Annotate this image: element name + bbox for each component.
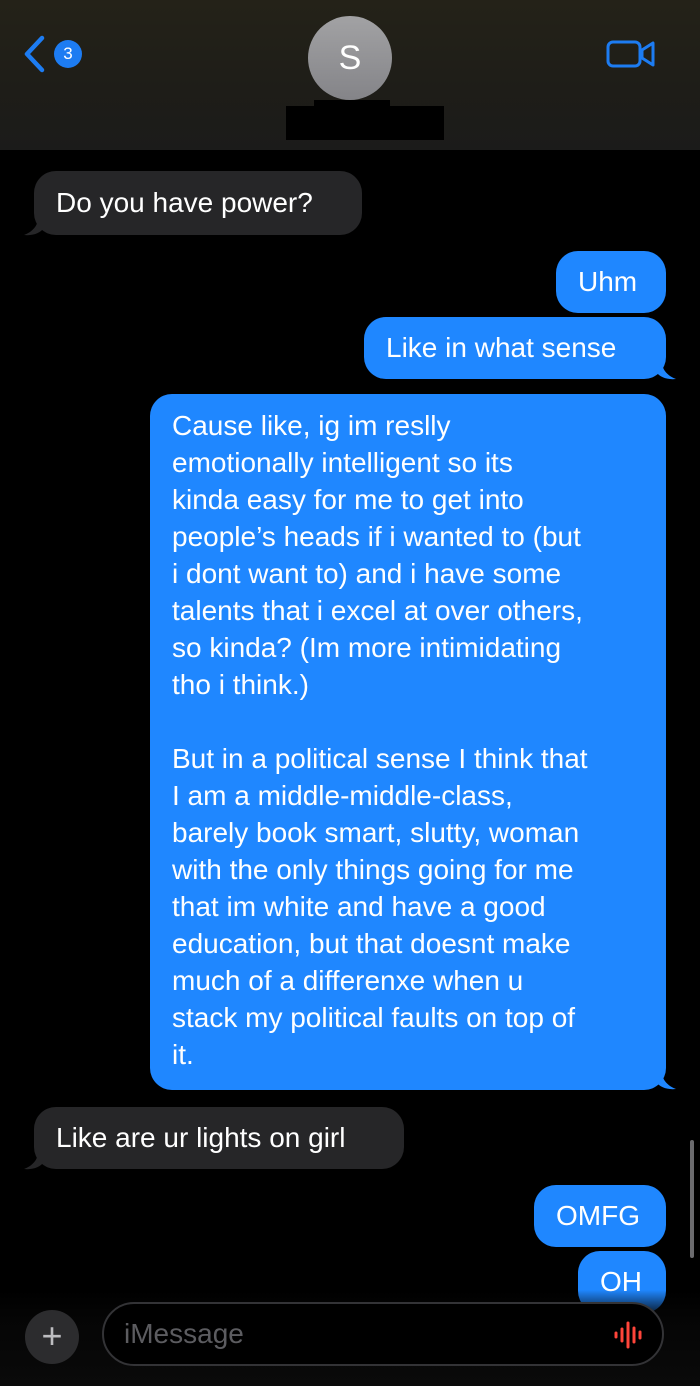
scrollbar[interactable] [690,1140,694,1258]
outgoing-message[interactable]: Like in what sense [364,317,666,379]
chevron-left-icon [24,35,45,73]
unread-count-badge: 3 [54,40,82,68]
incoming-message[interactable]: Do you have power? [34,171,362,235]
back-button[interactable]: 3 [22,34,92,74]
plus-icon: + [41,1315,63,1356]
incoming-message[interactable]: Like are ur lights on girl [34,1107,404,1169]
contact-avatar[interactable]: S [308,16,392,100]
bubble-tail [24,1152,44,1170]
bubble-tail [656,362,676,380]
message-input[interactable]: iMessage [102,1302,664,1366]
outgoing-message[interactable]: Uhm [556,251,666,313]
message-composer: + iMessage [0,1290,700,1386]
message-thread[interactable]: Do you have power? Uhm Like in what sens… [0,150,700,1386]
add-attachment-button[interactable]: + [25,1310,79,1364]
redacted-contact-name [286,106,444,140]
bubble-tail [656,1072,676,1090]
conversation-header: 3 S [0,0,700,150]
video-camera-icon[interactable] [606,38,656,70]
outgoing-message[interactable]: Cause like, ig im reslly emotionally int… [150,394,666,1090]
bubble-tail [24,218,44,236]
outgoing-message[interactable]: OMFG [534,1185,666,1247]
waveform-icon[interactable] [612,1320,648,1350]
